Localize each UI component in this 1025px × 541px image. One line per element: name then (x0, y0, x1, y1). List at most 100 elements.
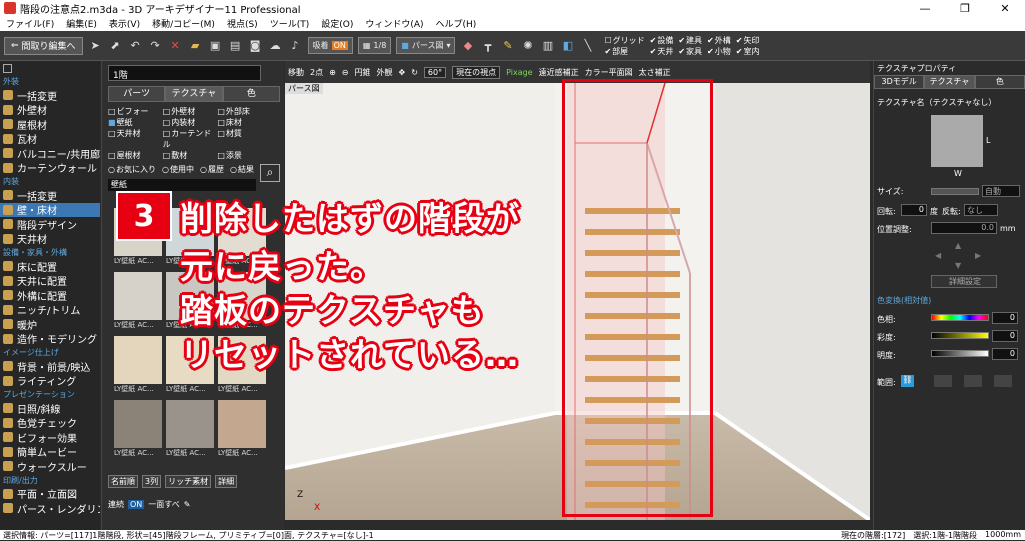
texture-swatch[interactable]: LY壁紙 AC... (114, 272, 162, 332)
nav-item[interactable]: 平面・立面図 (0, 487, 100, 501)
nav-item[interactable]: ライティング (0, 374, 100, 388)
multi-select-icon[interactable]: ⬈ (108, 38, 123, 53)
nav-item[interactable]: 外壁材 (0, 103, 100, 117)
nav-item[interactable]: 瓦材 (0, 132, 100, 146)
detail-settings-button[interactable]: 詳細設定 (931, 275, 997, 288)
nav-item[interactable]: 壁・床材 (0, 202, 100, 217)
size-select[interactable]: 自動 (982, 185, 1020, 197)
nav-item[interactable]: 屋根材 (0, 117, 100, 132)
nav-item[interactable]: ウォークスルー (0, 459, 100, 474)
arrow-right-icon[interactable]: ▶ (975, 251, 981, 260)
rotate-icon[interactable]: ↻ (411, 68, 418, 77)
check-interior[interactable]: 室内 (736, 46, 759, 57)
arrow-up-icon[interactable]: ▲ (955, 241, 961, 250)
rotate-input[interactable]: 0 (901, 204, 927, 216)
menu-edit[interactable]: 編集(E) (60, 17, 103, 30)
check-fittings[interactable]: 建具 (678, 35, 702, 46)
pixage-button[interactable]: Pixage (506, 68, 533, 77)
category-item[interactable]: 外壁材 (163, 106, 216, 117)
nav-item[interactable]: 背景・前景/映込 (0, 359, 100, 374)
nav-item[interactable]: パース・レンダリング (0, 501, 100, 516)
category-item[interactable]: 添景 (217, 150, 270, 161)
color-plan-check[interactable]: カラー平面図 (585, 67, 633, 78)
category-item[interactable]: 床材 (217, 117, 270, 128)
check-grid[interactable]: グリッド (604, 35, 645, 46)
category-item[interactable]: カーテンドル (163, 128, 216, 150)
minimize-button[interactable]: — (905, 2, 945, 15)
back-to-floorplan-button[interactable]: ⇐ 間取り編集へ (4, 36, 83, 55)
nav-item[interactable]: 色覚チェック (0, 416, 100, 430)
print-icon[interactable]: ▤ (228, 38, 243, 53)
nav-item[interactable]: 天井に配置 (0, 274, 100, 288)
category-item[interactable]: 外部床 (217, 106, 270, 117)
position-input[interactable]: 0.0 (931, 222, 997, 234)
range-option-3[interactable] (994, 375, 1012, 387)
saturation-slider[interactable] (931, 332, 989, 339)
check-arrows[interactable]: 矢印 (736, 35, 759, 46)
nav-item[interactable]: カーテンウォール (0, 161, 100, 175)
category-item[interactable]: ビフォー (108, 106, 161, 117)
size-slider[interactable] (931, 188, 979, 195)
brightness-slider[interactable] (931, 350, 989, 357)
texture-swatch[interactable]: LY壁紙 AC... (114, 400, 162, 460)
flip-select[interactable]: なし (964, 204, 998, 216)
exterior-tool[interactable]: 外観 (377, 67, 393, 78)
nav-item[interactable]: ニッチ/トリム (0, 303, 100, 317)
category-item[interactable]: 天井材 (108, 128, 161, 150)
menu-file[interactable]: ファイル(F) (0, 17, 60, 30)
filter-favorites[interactable]: お気に入り (108, 164, 156, 175)
nav-item[interactable]: 階段デザイン (0, 217, 100, 232)
tab-texture-prop[interactable]: テクスチャ (924, 75, 975, 89)
check-small-items[interactable]: 小物 (707, 46, 731, 57)
measure-icon[interactable]: ┳ (480, 38, 495, 53)
sort-select[interactable]: 名前順 (108, 475, 138, 488)
search-icon[interactable]: ⌕ (260, 164, 280, 182)
cloud-icon[interactable]: ☁ (268, 38, 283, 53)
mic-icon[interactable]: ♪ (288, 38, 303, 53)
filter-in-use[interactable]: 使用中 (162, 164, 194, 175)
menu-viewpoint[interactable]: 視点(S) (221, 17, 264, 30)
arrow-down-icon[interactable]: ▼ (955, 261, 961, 270)
menu-view[interactable]: 表示(V) (103, 17, 146, 30)
check-room[interactable]: 部屋 (604, 46, 644, 57)
undo-icon[interactable]: ↶ (128, 38, 143, 53)
perspective-select[interactable]: ■ パース図 ▾ (396, 37, 456, 54)
panel-toggle[interactable] (0, 61, 100, 75)
menu-move[interactable]: 移動/コピー(M) (146, 17, 221, 30)
texture-swatch[interactable]: LY壁紙 AC... (218, 400, 266, 460)
ruler-icon[interactable]: ╲ (580, 38, 595, 53)
range-link-icon[interactable]: ⛓ (901, 375, 914, 387)
nav-item[interactable]: 一括変更 (0, 88, 100, 103)
floor-select[interactable]: 1階 (108, 65, 261, 81)
apply-all-check[interactable]: 一面すべ (148, 499, 179, 510)
check-furniture[interactable]: 家具 (678, 46, 702, 57)
menu-settings[interactable]: 設定(O) (315, 17, 359, 30)
continuous-toggle[interactable]: ON (128, 500, 145, 509)
filter-history[interactable]: 履歴 (200, 164, 224, 175)
check-exterior[interactable]: 外構 (707, 35, 731, 46)
tab-3d-model[interactable]: 3Dモデル (874, 75, 925, 89)
arrow-left-icon[interactable]: ◀ (935, 251, 941, 260)
thickness-correction-check[interactable]: 太さ補正 (639, 67, 671, 78)
nav-item[interactable]: 床に配置 (0, 259, 100, 274)
nav-item[interactable]: 簡単ムービー (0, 445, 100, 459)
columns-select[interactable]: 3列 (142, 475, 162, 488)
nav-item[interactable]: バルコニー/共用廊下 (0, 146, 100, 161)
snap-toggle[interactable]: 吸着 ON (307, 37, 353, 54)
nav-item[interactable]: 一括変更 (0, 188, 100, 203)
menu-tools[interactable]: ツール(T) (264, 17, 316, 30)
nav-item[interactable]: 暖炉 (0, 317, 100, 332)
category-item[interactable]: 屋根材 (108, 150, 161, 161)
nav-item[interactable]: 日照/斜線 (0, 401, 100, 416)
redo-icon[interactable]: ↷ (148, 38, 163, 53)
range-option-1[interactable] (934, 375, 952, 387)
nav-item[interactable]: 外構に配置 (0, 288, 100, 303)
tab-color[interactable]: 色 (222, 86, 280, 102)
check-ceiling[interactable]: 天井 (650, 46, 673, 57)
tab-texture[interactable]: テクスチャ (165, 86, 223, 102)
hue-slider[interactable] (931, 314, 989, 321)
menu-window[interactable]: ウィンドウ(A) (359, 17, 429, 30)
nav-item[interactable]: ビフォー効果 (0, 430, 100, 445)
texture-swatch[interactable]: LY壁紙 AC... (114, 336, 162, 396)
nav-item[interactable]: 造作・モデリング (0, 332, 100, 346)
